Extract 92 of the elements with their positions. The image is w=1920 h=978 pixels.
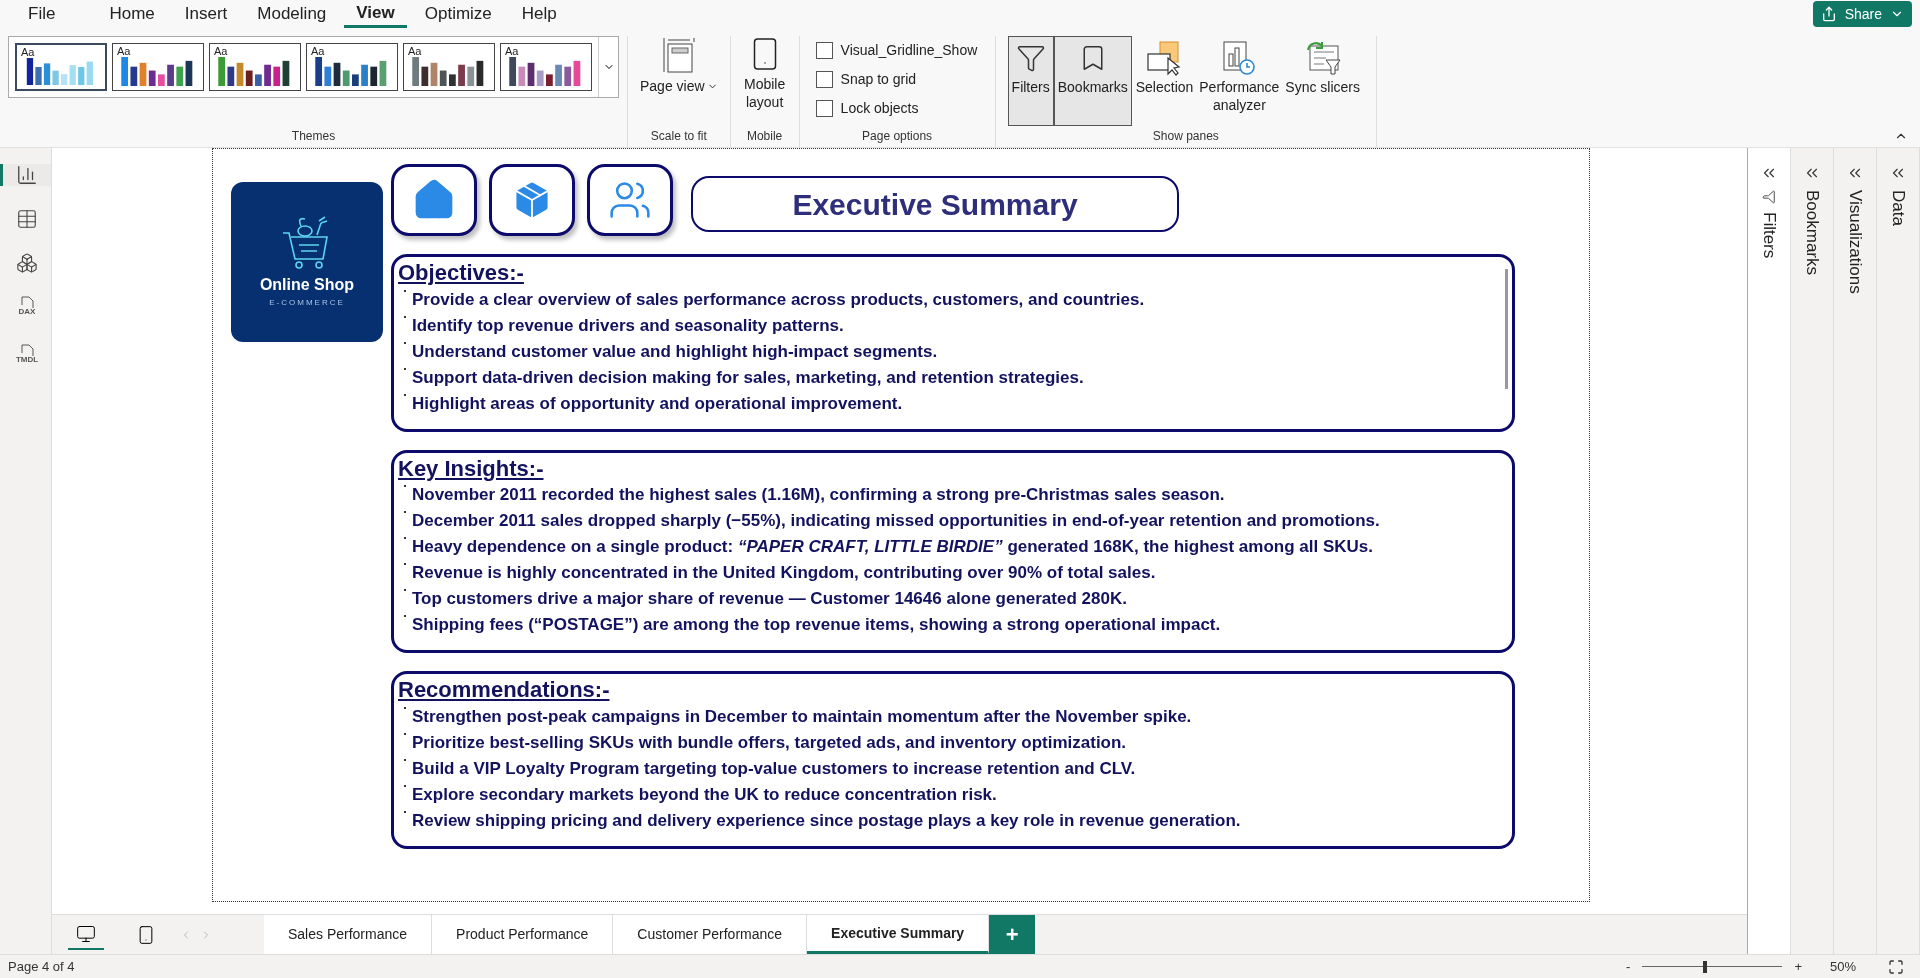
- theme-sample: Aa: [311, 46, 326, 57]
- desktop-icon: [76, 923, 96, 944]
- page-tab[interactable]: Executive Summary: [807, 915, 990, 954]
- page-view-button[interactable]: Page view: [640, 36, 718, 96]
- filter-icon: [1015, 43, 1046, 73]
- group-label: Scale to fit: [650, 128, 707, 145]
- section-item: Highlight areas of opportunity and operational improvement.: [412, 392, 903, 415]
- logo-name: Online Shop: [259, 275, 355, 295]
- section-heading: Key Insights:-: [398, 454, 545, 482]
- checkbox-label: Visual_Gridline_Show: [840, 41, 978, 60]
- zoom-reading: 50%: [1829, 957, 1856, 976]
- nav-button[interactable]: [489, 164, 575, 236]
- checkbox[interactable]: [815, 71, 833, 88]
- pane-label: Bookmarks: [1801, 190, 1823, 276]
- filter-icon: [1762, 190, 1776, 204]
- menu-tab[interactable]: Home: [97, 0, 167, 28]
- section-heading: Recommendations:-: [398, 676, 611, 704]
- section-item: Top customers drive a major share of revenue — Customer 14646 alone generated 280K.: [412, 588, 1127, 610]
- table-view-icon[interactable]: [16, 208, 38, 230]
- theme-swatch[interactable]: Aa: [209, 43, 301, 91]
- page-title: Executive Summary: [792, 186, 1078, 223]
- section-item: Provide a clear overview of sales performance across products, customers, and countries.: [412, 288, 1145, 311]
- zoom-out-button[interactable]: -: [1622, 956, 1635, 977]
- pane-toggle-button[interactable]: Sync slicers: [1281, 36, 1365, 126]
- pane-toggle-button[interactable]: Performance analyzer: [1197, 36, 1282, 126]
- group-label: Mobile: [746, 128, 783, 145]
- zoom-in-button[interactable]: +: [1790, 956, 1806, 977]
- section-item: December 2011 sales dropped sharply (−55%), indicating missed opportunities in end-of-year retention and promotions.: [412, 510, 1380, 532]
- theme-sample: Aa: [21, 47, 36, 58]
- collapsed-pane[interactable]: Filters: [1748, 148, 1791, 954]
- pane-toggle-button[interactable]: Selection: [1131, 36, 1198, 126]
- group-label: Show panes: [1152, 128, 1219, 145]
- zoom-thumb[interactable]: [1703, 960, 1708, 973]
- theme-swatch[interactable]: Aa: [306, 43, 398, 91]
- add-page-button[interactable]: +: [989, 915, 1036, 954]
- nav-button[interactable]: [391, 164, 477, 236]
- checkbox[interactable]: [815, 100, 833, 117]
- scrollbar[interactable]: [1505, 269, 1508, 389]
- model-view-icon[interactable]: [16, 252, 38, 274]
- menu-tab[interactable]: File: [18, 0, 68, 28]
- menu-tab[interactable]: Help: [509, 0, 569, 28]
- menu-tab[interactable]: Modeling: [245, 0, 339, 28]
- view-switch-button[interactable]: DAX: [0, 296, 51, 322]
- page-tab[interactable]: Sales Performance: [264, 915, 433, 954]
- zoom-slider[interactable]: [1642, 960, 1783, 973]
- section-item: Strengthen post-peak campaigns in December to maintain momentum after the November spike.: [412, 705, 1192, 728]
- theme-swatch[interactable]: Aa: [500, 43, 592, 91]
- pane-toggle-button[interactable]: Filters: [1007, 36, 1054, 126]
- theme-sample: Aa: [117, 46, 132, 57]
- checkbox-label: Snap to grid: [840, 70, 917, 89]
- section-item: Explore secondary markets beyond the UK to reduce concentration risk.: [412, 783, 997, 806]
- mobile-layout-button[interactable]: Mobile layout: [738, 36, 791, 111]
- pane-label: Visualizations: [1844, 190, 1866, 294]
- pane-label: Filters: [1758, 212, 1780, 259]
- menu-tab[interactable]: Optimize: [412, 0, 504, 28]
- theme-sample: Aa: [505, 46, 520, 57]
- theme-swatch[interactable]: Aa: [403, 43, 495, 91]
- page-tab[interactable]: Product Performance: [432, 915, 614, 954]
- theme-sample: Aa: [408, 46, 423, 57]
- section-item: Understand customer value and highlight high-impact segments.: [412, 340, 938, 363]
- checkbox-label: Lock objects: [840, 99, 919, 118]
- section-item: Shipping fees (“POSTAGE”) are among the top revenue items, showing a strong operational impact.: [412, 614, 1221, 636]
- section-item: Revenue is highly concentrated in the United Kingdom, contributing over 90% of total sales.: [412, 562, 1156, 584]
- page-view-icon: [661, 36, 696, 74]
- section-item: Support data-driven decision making for sales, marketing, and retention strategies.: [412, 366, 1084, 389]
- page-counter: Page 4 of 4: [8, 957, 75, 976]
- nav-button[interactable]: [587, 164, 673, 236]
- section-item: Prioritize best-selling SKUs with bundle offers, targeted ads, and inventory optimization.: [412, 731, 1127, 754]
- section-item: Build a VIP Loyalty Program targeting top-value customers to increase retention and CLV.: [412, 757, 1136, 780]
- pane-label: Data: [1887, 190, 1909, 226]
- pane-toggle-button[interactable]: Bookmarks: [1053, 36, 1132, 126]
- share-icon: [1820, 6, 1837, 22]
- page-tab[interactable]: Customer Performance: [613, 915, 808, 954]
- view-switch-button[interactable]: [0, 164, 51, 186]
- logo-tagline: E-COMMERCE: [269, 297, 345, 309]
- report-view-icon[interactable]: [16, 164, 38, 186]
- theme-swatch[interactable]: Aa: [15, 43, 107, 91]
- performance-icon: [1221, 40, 1258, 76]
- group-label: Page options: [862, 128, 933, 145]
- section-item: Heavy dependence on a single product: “PAPER CRAFT, LITTLE BIRDIE” generated 168K, the highest among all SKUs.: [412, 536, 1373, 558]
- menu-tab[interactable]: Insert: [172, 0, 240, 28]
- section-item: Identify top revenue drivers and seasonality patterns.: [412, 314, 844, 337]
- theme-sample: Aa: [214, 46, 229, 57]
- section-heading: Objectives:-: [398, 259, 525, 287]
- section-item: November 2011 recorded the highest sales (1.16M), confirming a strong pre-Christmas sales season.: [412, 484, 1225, 506]
- section-item: Review shipping pricing and delivery experience since postage plays a key role in revenue generation.: [412, 809, 1241, 832]
- checkbox[interactable]: [815, 42, 833, 59]
- group-label: Themes: [291, 128, 336, 145]
- view-switch-button[interactable]: TMDL: [0, 344, 51, 370]
- theme-swatch[interactable]: Aa: [112, 43, 204, 91]
- share-button[interactable]: Share: [1812, 1, 1912, 27]
- fit-to-window-icon[interactable]: [1888, 958, 1904, 975]
